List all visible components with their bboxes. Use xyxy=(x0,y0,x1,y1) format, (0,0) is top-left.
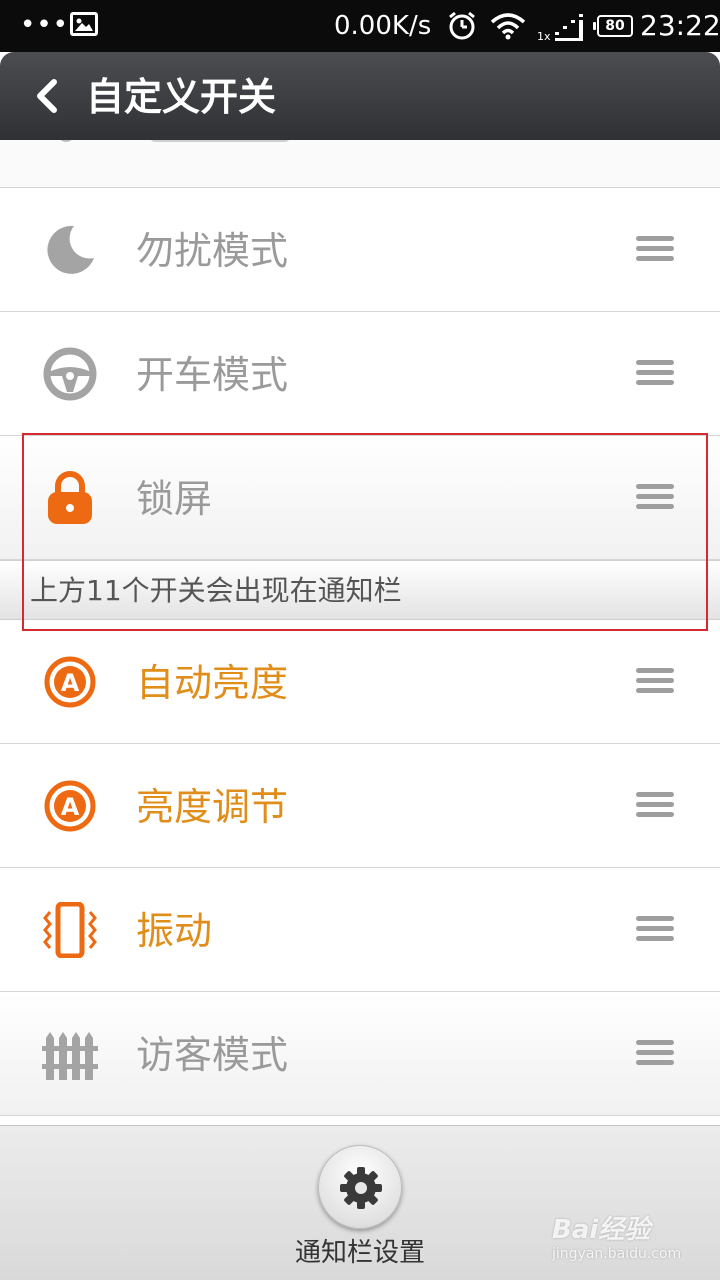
fence-icon xyxy=(40,1026,100,1082)
watermark-url: jingyan.baidu.com xyxy=(552,1246,682,1262)
drag-handle-icon[interactable] xyxy=(636,1040,676,1070)
partial-list-item[interactable] xyxy=(0,140,720,188)
baidu-watermark: Bai经验 jingyan.baidu.com xyxy=(552,1215,692,1265)
toggle-row-driving-mode[interactable]: 开车模式 xyxy=(0,312,720,436)
image-notification-icon xyxy=(70,12,98,36)
alarm-icon xyxy=(447,11,477,45)
toggle-label: 自动亮度 xyxy=(136,661,289,705)
toggle-label: 振动 xyxy=(136,909,213,953)
page-title: 自定义开关 xyxy=(86,75,277,119)
toggle-label: 锁屏 xyxy=(136,477,213,521)
toggle-row-vibrate[interactable]: 振动 xyxy=(0,868,720,992)
svg-text:A: A xyxy=(61,669,80,697)
clock: 23:22 xyxy=(640,9,720,42)
drag-handle-icon[interactable] xyxy=(636,484,676,514)
toggle-label: 勿扰模式 xyxy=(136,229,289,273)
drag-handle-icon[interactable] xyxy=(636,236,676,266)
moon-icon xyxy=(40,222,100,278)
toggle-row-guest-mode[interactable]: 访客模式 xyxy=(0,992,720,1116)
signal-icon: 1x xyxy=(537,12,591,46)
toggle-row-lock-screen[interactable]: 锁屏 xyxy=(0,436,720,560)
back-arrow-icon[interactable] xyxy=(30,78,66,114)
steering-wheel-icon xyxy=(40,346,100,402)
toggle-row-auto-brightness[interactable]: A 自动亮度 xyxy=(0,620,720,744)
drag-handle-icon[interactable] xyxy=(636,360,676,390)
lock-icon xyxy=(40,470,100,526)
notification-bar-divider: 上方11个开关会出现在通知栏 xyxy=(0,560,720,620)
toggle-label: 访客模式 xyxy=(136,1033,289,1077)
divider-text: 上方11个开关会出现在通知栏 xyxy=(30,574,402,607)
drag-handle-icon[interactable] xyxy=(636,668,676,698)
toggle-list: 勿扰模式 开车模式 锁屏 上方11个开关会出现在通知栏 A 自动亮度 A 亮度调… xyxy=(0,140,720,1125)
svg-text:A: A xyxy=(61,793,80,821)
drag-handle-icon[interactable] xyxy=(636,916,676,946)
drag-handle-icon[interactable] xyxy=(636,792,676,822)
brightness-icon: A xyxy=(40,778,100,834)
network-speed: 0.00K/s xyxy=(334,11,432,41)
watermark-logo: Bai经验 xyxy=(552,1215,651,1245)
wifi-icon xyxy=(490,12,526,44)
toggle-label: 开车模式 xyxy=(136,353,289,397)
title-bar: 自定义开关 xyxy=(0,52,720,140)
battery-icon: 80 xyxy=(593,15,633,37)
toggle-row-do-not-disturb[interactable]: 勿扰模式 xyxy=(0,188,720,312)
auto-brightness-icon: A xyxy=(40,654,100,710)
status-bar: ••• 0.00K/s 1x 80 23:22 xyxy=(0,0,720,52)
notification-settings-button[interactable] xyxy=(318,1145,402,1229)
toggle-label: 亮度调节 xyxy=(136,785,289,829)
svg-text:1x: 1x xyxy=(537,30,551,42)
toggle-row-brightness[interactable]: A 亮度调节 xyxy=(0,744,720,868)
notification-dots: ••• xyxy=(20,10,70,40)
gear-icon xyxy=(340,1167,382,1209)
vibrate-icon xyxy=(40,901,100,959)
notification-settings-label[interactable]: 通知栏设置 xyxy=(260,1236,460,1270)
